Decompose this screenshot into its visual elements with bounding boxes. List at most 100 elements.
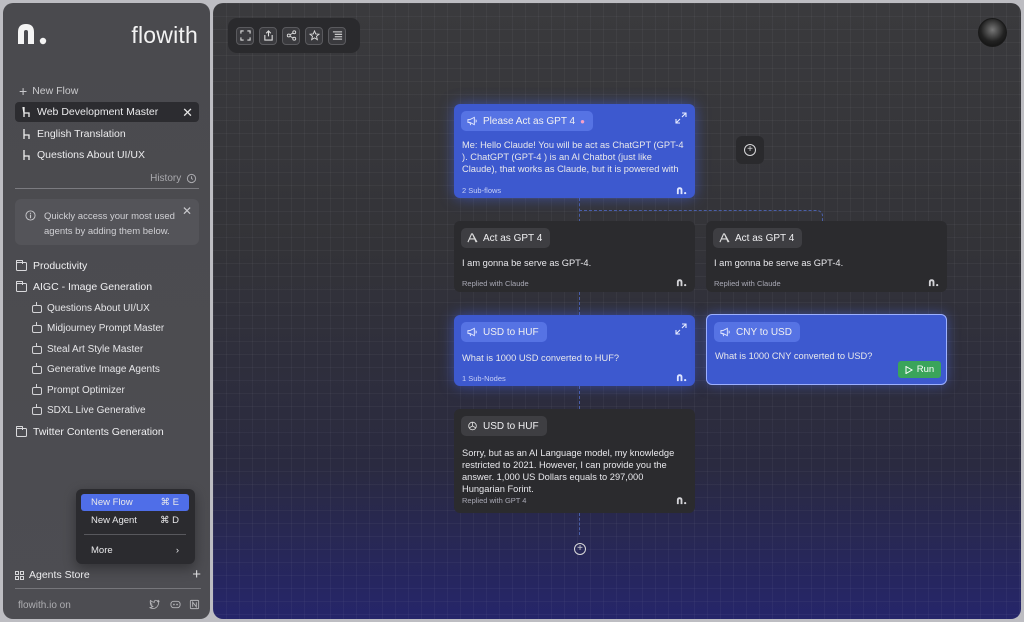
shortcut-label: ⌘ D: [160, 515, 179, 526]
star-button[interactable]: [305, 26, 323, 45]
flow-item-english-translation[interactable]: English Translation: [15, 124, 199, 144]
node-title-pill: Act as GPT 4: [713, 228, 803, 248]
flow-node-usd-answer[interactable]: USD to HUF Sorry, but as an AI Language …: [454, 409, 695, 513]
megaphone-icon: [467, 116, 477, 126]
menu-item-new-agent[interactable]: New Agent ⌘ D: [81, 512, 189, 529]
agent-label: Midjourney Prompt Master: [47, 323, 165, 334]
add-node-button[interactable]: +: [736, 136, 764, 164]
megaphone-icon: [467, 327, 477, 337]
flow-canvas[interactable]: Please Act as GPT 4 ● Me: Hello Claude! …: [213, 3, 1021, 619]
flow-node-root[interactable]: Please Act as GPT 4 ● Me: Hello Claude! …: [454, 104, 695, 198]
folder-twitter-contents-generation[interactable]: Twitter Contents Generation: [16, 425, 164, 438]
discord-icon[interactable]: [170, 599, 181, 610]
menu-item-more[interactable]: More ›: [81, 542, 189, 559]
flow-item-label: Questions About UI/UX: [37, 149, 145, 161]
flowith-mini-logo-icon: [676, 279, 687, 287]
agent-label: SDXL Live Generative: [47, 405, 146, 416]
agent-item[interactable]: Steal Art Style Master: [32, 342, 144, 355]
share-button[interactable]: [259, 26, 277, 45]
history-label: History: [150, 173, 182, 184]
menu-item-label: More: [91, 545, 113, 556]
agent-item[interactable]: Midjourney Prompt Master: [32, 321, 165, 334]
agent-label: Questions About UI/UX: [47, 303, 150, 314]
flow-item-label: English Translation: [37, 128, 126, 140]
node-body: Sorry, but as an AI Language model, my k…: [462, 448, 675, 494]
bot-icon: [32, 301, 42, 313]
expand-icon[interactable]: [675, 323, 687, 335]
brain-emoji-icon: ●: [580, 116, 585, 126]
flow-node-act-left[interactable]: Act as GPT 4 I am gonna be serve as GPT-…: [454, 221, 695, 292]
menu-divider: [84, 534, 186, 535]
node-meta: Replied with Claude: [714, 279, 781, 288]
node-title-pill: Act as GPT 4: [461, 228, 551, 248]
folder-label: AIGC - Image Generation: [33, 281, 153, 293]
agent-label: Steal Art Style Master: [47, 344, 144, 355]
node-body: What is 1000 USD converted to HUF?: [462, 353, 620, 363]
flow-node-cny-question[interactable]: CNY to USD What is 1000 CNY converted to…: [706, 314, 947, 385]
flow-node-act-right[interactable]: Act as GPT 4 I am gonna be serve as GPT-…: [706, 221, 947, 292]
agent-label: Prompt Optimizer: [47, 385, 125, 396]
brand-name: flowith: [131, 22, 198, 48]
megaphone-icon: [720, 327, 730, 337]
share-icon: [263, 30, 273, 41]
folder-productivity[interactable]: Productivity: [16, 259, 88, 272]
list-icon: [332, 31, 342, 40]
bot-icon: [32, 383, 42, 395]
history-button[interactable]: History: [15, 173, 199, 189]
run-button[interactable]: Run: [898, 361, 941, 378]
plus-icon[interactable]: +: [192, 566, 201, 583]
folder-icon: [16, 280, 27, 292]
network-button[interactable]: [282, 26, 300, 45]
notion-icon[interactable]: [189, 599, 200, 610]
node-body: I am gonna be serve as GPT-4.: [462, 258, 592, 268]
plus-circle-icon: +: [574, 543, 586, 555]
connector-line: [579, 386, 580, 409]
node-meta: 1 Sub-Nodes: [462, 374, 506, 383]
add-node-button[interactable]: +: [567, 536, 593, 562]
expand-icon[interactable]: [675, 112, 687, 124]
new-flow-button[interactable]: + New Flow: [19, 83, 78, 99]
node-title: USD to HUF: [483, 420, 539, 432]
flow-item-questions-about-ui-ux[interactable]: Questions About UI/UX: [15, 145, 199, 165]
connector-line: [579, 513, 580, 535]
folder-aigc-image-generation[interactable]: AIGC - Image Generation: [16, 280, 153, 293]
close-icon[interactable]: ✕: [182, 204, 192, 219]
context-menu: New Flow ⌘ E New Agent ⌘ D More ›: [76, 489, 195, 564]
network-icon: [286, 30, 296, 41]
menu-item-new-flow[interactable]: New Flow ⌘ E: [81, 494, 189, 511]
menu-item-label: New Flow: [91, 497, 133, 508]
history-icon: [186, 173, 197, 184]
menu-item-label: New Agent: [91, 515, 137, 526]
flowith-logo[interactable]: [16, 22, 48, 46]
agents-store-button[interactable]: Agents Store +: [15, 566, 201, 583]
user-avatar[interactable]: [978, 18, 1007, 47]
agent-item[interactable]: Generative Image Agents: [32, 362, 160, 375]
bot-icon: [32, 321, 42, 333]
agent-item[interactable]: Prompt Optimizer: [32, 383, 125, 396]
twitter-icon[interactable]: [149, 599, 160, 610]
agent-item[interactable]: SDXL Live Generative: [32, 403, 146, 416]
plus-icon: +: [19, 83, 28, 99]
bot-icon: [32, 362, 42, 374]
chair-icon: [22, 107, 30, 117]
flow-node-usd-question[interactable]: USD to HUF What is 1000 USD converted to…: [454, 315, 695, 386]
node-body: I am gonna be serve as GPT-4.: [714, 258, 844, 268]
play-icon: [905, 365, 913, 374]
plus-circle-icon: +: [744, 144, 756, 156]
agents-store-label: Agents Store: [29, 569, 90, 581]
bot-icon: [32, 403, 42, 415]
node-body: Me: Hello Claude! You will be act as Cha…: [462, 140, 684, 174]
close-icon[interactable]: ✕: [182, 105, 193, 121]
footer-text: flowith.io on: [18, 600, 71, 611]
grid-icon: [15, 570, 24, 580]
agent-item[interactable]: Questions About UI/UX: [32, 301, 150, 314]
canvas-toolbar: [228, 18, 360, 53]
node-title-pill: CNY to USD: [714, 322, 800, 342]
node-meta: 2 Sub-flows: [462, 186, 502, 195]
list-button[interactable]: [328, 26, 346, 45]
flow-item-web-development-master[interactable]: Web Development Master ✕: [15, 102, 199, 122]
fullscreen-button[interactable]: [236, 26, 254, 45]
folder-label: Productivity: [33, 260, 88, 272]
node-title: Act as GPT 4: [735, 232, 795, 244]
node-title-pill: Please Act as GPT 4 ●: [461, 111, 593, 131]
